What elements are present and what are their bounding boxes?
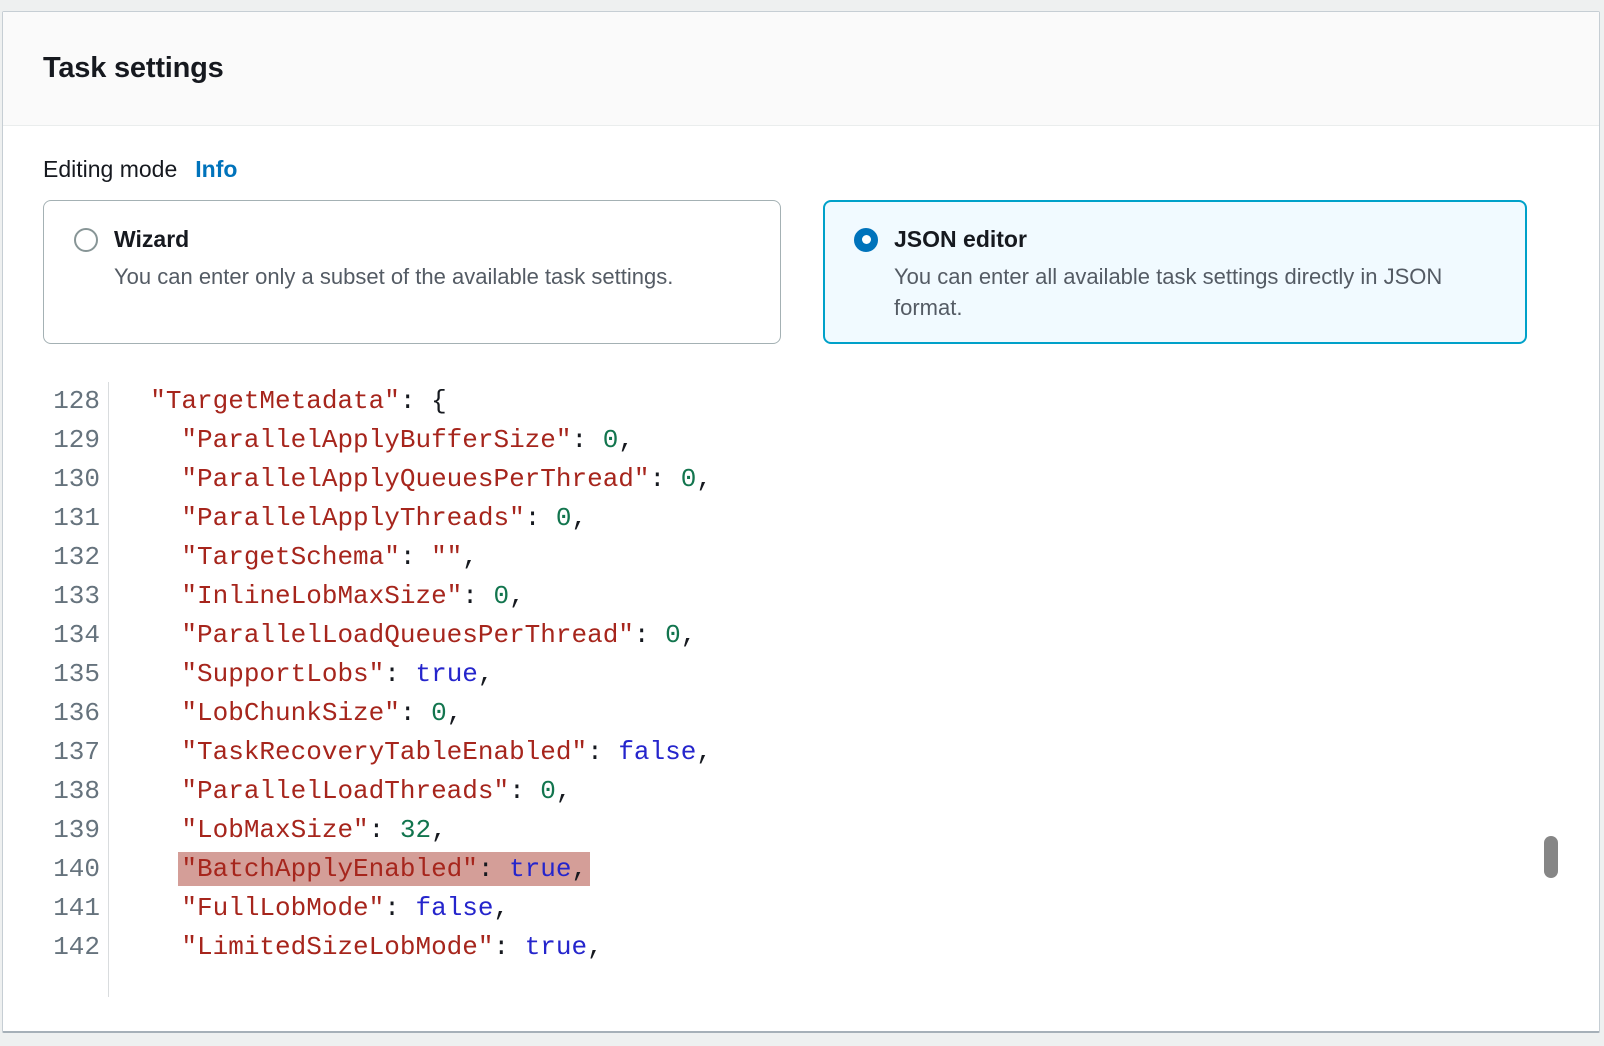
tile-head: Wizard — [74, 226, 760, 253]
editing-mode-section: Editing mode Info Wizard You can enter on… — [3, 126, 1599, 344]
code-line: 136 "LobChunkSize": 0, — [3, 694, 1599, 733]
code-text[interactable]: "ParallelApplyQueuesPerThread": 0, — [109, 460, 712, 499]
code-line: 129 "ParallelApplyBufferSize": 0, — [3, 421, 1599, 460]
line-number: 141 — [3, 889, 109, 928]
tile-wizard[interactable]: Wizard You can enter only a subset of the… — [43, 200, 781, 344]
json-code-editor[interactable]: 128 "TargetMetadata": {129 "ParallelAppl… — [3, 382, 1599, 997]
info-link[interactable]: Info — [195, 156, 237, 183]
line-number: 139 — [3, 811, 109, 850]
radio-icon[interactable] — [74, 228, 98, 252]
code-line: 137 "TaskRecoveryTableEnabled": false, — [3, 733, 1599, 772]
line-number: 128 — [3, 382, 109, 421]
line-number: 137 — [3, 733, 109, 772]
code-text[interactable]: "FullLobMode": false, — [109, 889, 509, 928]
line-number: 142 — [3, 928, 109, 967]
code-line-empty — [3, 967, 1599, 997]
code-line: 130 "ParallelApplyQueuesPerThread": 0, — [3, 460, 1599, 499]
code-line: 141 "FullLobMode": false, — [3, 889, 1599, 928]
code-line: 135 "SupportLobs": true, — [3, 655, 1599, 694]
code-line: 142 "LimitedSizeLobMode": true, — [3, 928, 1599, 967]
code-text[interactable]: "LobChunkSize": 0, — [109, 694, 462, 733]
line-number: 138 — [3, 772, 109, 811]
panel-title: Task settings — [43, 52, 224, 85]
line-gutter — [3, 967, 109, 997]
code-line: 132 "TargetSchema": "", — [3, 538, 1599, 577]
editing-mode-label-row: Editing mode Info — [43, 156, 1559, 183]
code-line: 139 "LobMaxSize": 32, — [3, 811, 1599, 850]
tile-head: JSON editor — [854, 226, 1506, 253]
tile-title: JSON editor — [894, 226, 1027, 253]
code-text[interactable]: "InlineLobMaxSize": 0, — [109, 577, 525, 616]
code-text[interactable]: "ParallelLoadThreads": 0, — [109, 772, 572, 811]
code-text[interactable]: "LimitedSizeLobMode": true, — [109, 928, 603, 967]
tile-title: Wizard — [114, 226, 189, 253]
line-number: 131 — [3, 499, 109, 538]
line-number: 133 — [3, 577, 109, 616]
line-number: 135 — [3, 655, 109, 694]
code-text[interactable]: "TaskRecoveryTableEnabled": false, — [109, 733, 712, 772]
line-number: 129 — [3, 421, 109, 460]
line-number: 136 — [3, 694, 109, 733]
code-text[interactable]: "TargetMetadata": { — [109, 382, 447, 421]
tile-description: You can enter only a subset of the avail… — [114, 261, 760, 292]
code-text[interactable]: "ParallelLoadQueuesPerThread": 0, — [109, 616, 696, 655]
search-highlight: "BatchApplyEnabled": true, — [178, 852, 590, 886]
line-number: 134 — [3, 616, 109, 655]
code-line: 134 "ParallelLoadQueuesPerThread": 0, — [3, 616, 1599, 655]
code-line: 133 "InlineLobMaxSize": 0, — [3, 577, 1599, 616]
code-text[interactable]: "ParallelApplyBufferSize": 0, — [109, 421, 634, 460]
code-line: 140 "BatchApplyEnabled": true, — [3, 850, 1599, 889]
tile-description: You can enter all available task setting… — [894, 261, 1494, 323]
line-number: 130 — [3, 460, 109, 499]
panel-header: Task settings — [3, 12, 1599, 126]
code-text[interactable]: "BatchApplyEnabled": true, — [109, 850, 587, 889]
tile-json-editor[interactable]: JSON editor You can enter all available t… — [823, 200, 1527, 344]
code-text[interactable]: "SupportLobs": true, — [109, 655, 494, 694]
code-text[interactable]: "ParallelApplyThreads": 0, — [109, 499, 587, 538]
task-settings-panel: Task settings Editing mode Info Wizard Yo… — [2, 11, 1600, 1033]
vertical-scrollbar-thumb[interactable] — [1544, 836, 1558, 878]
code-line: 138 "ParallelLoadThreads": 0, — [3, 772, 1599, 811]
editing-mode-label: Editing mode — [43, 156, 177, 183]
code-line: 128 "TargetMetadata": { — [3, 382, 1599, 421]
line-number: 132 — [3, 538, 109, 577]
code-text[interactable]: "TargetSchema": "", — [109, 538, 478, 577]
line-number: 140 — [3, 850, 109, 889]
code-line: 131 "ParallelApplyThreads": 0, — [3, 499, 1599, 538]
radio-icon[interactable] — [854, 228, 878, 252]
editing-mode-tiles: Wizard You can enter only a subset of the… — [43, 200, 1559, 344]
code-text[interactable]: "LobMaxSize": 32, — [109, 811, 447, 850]
